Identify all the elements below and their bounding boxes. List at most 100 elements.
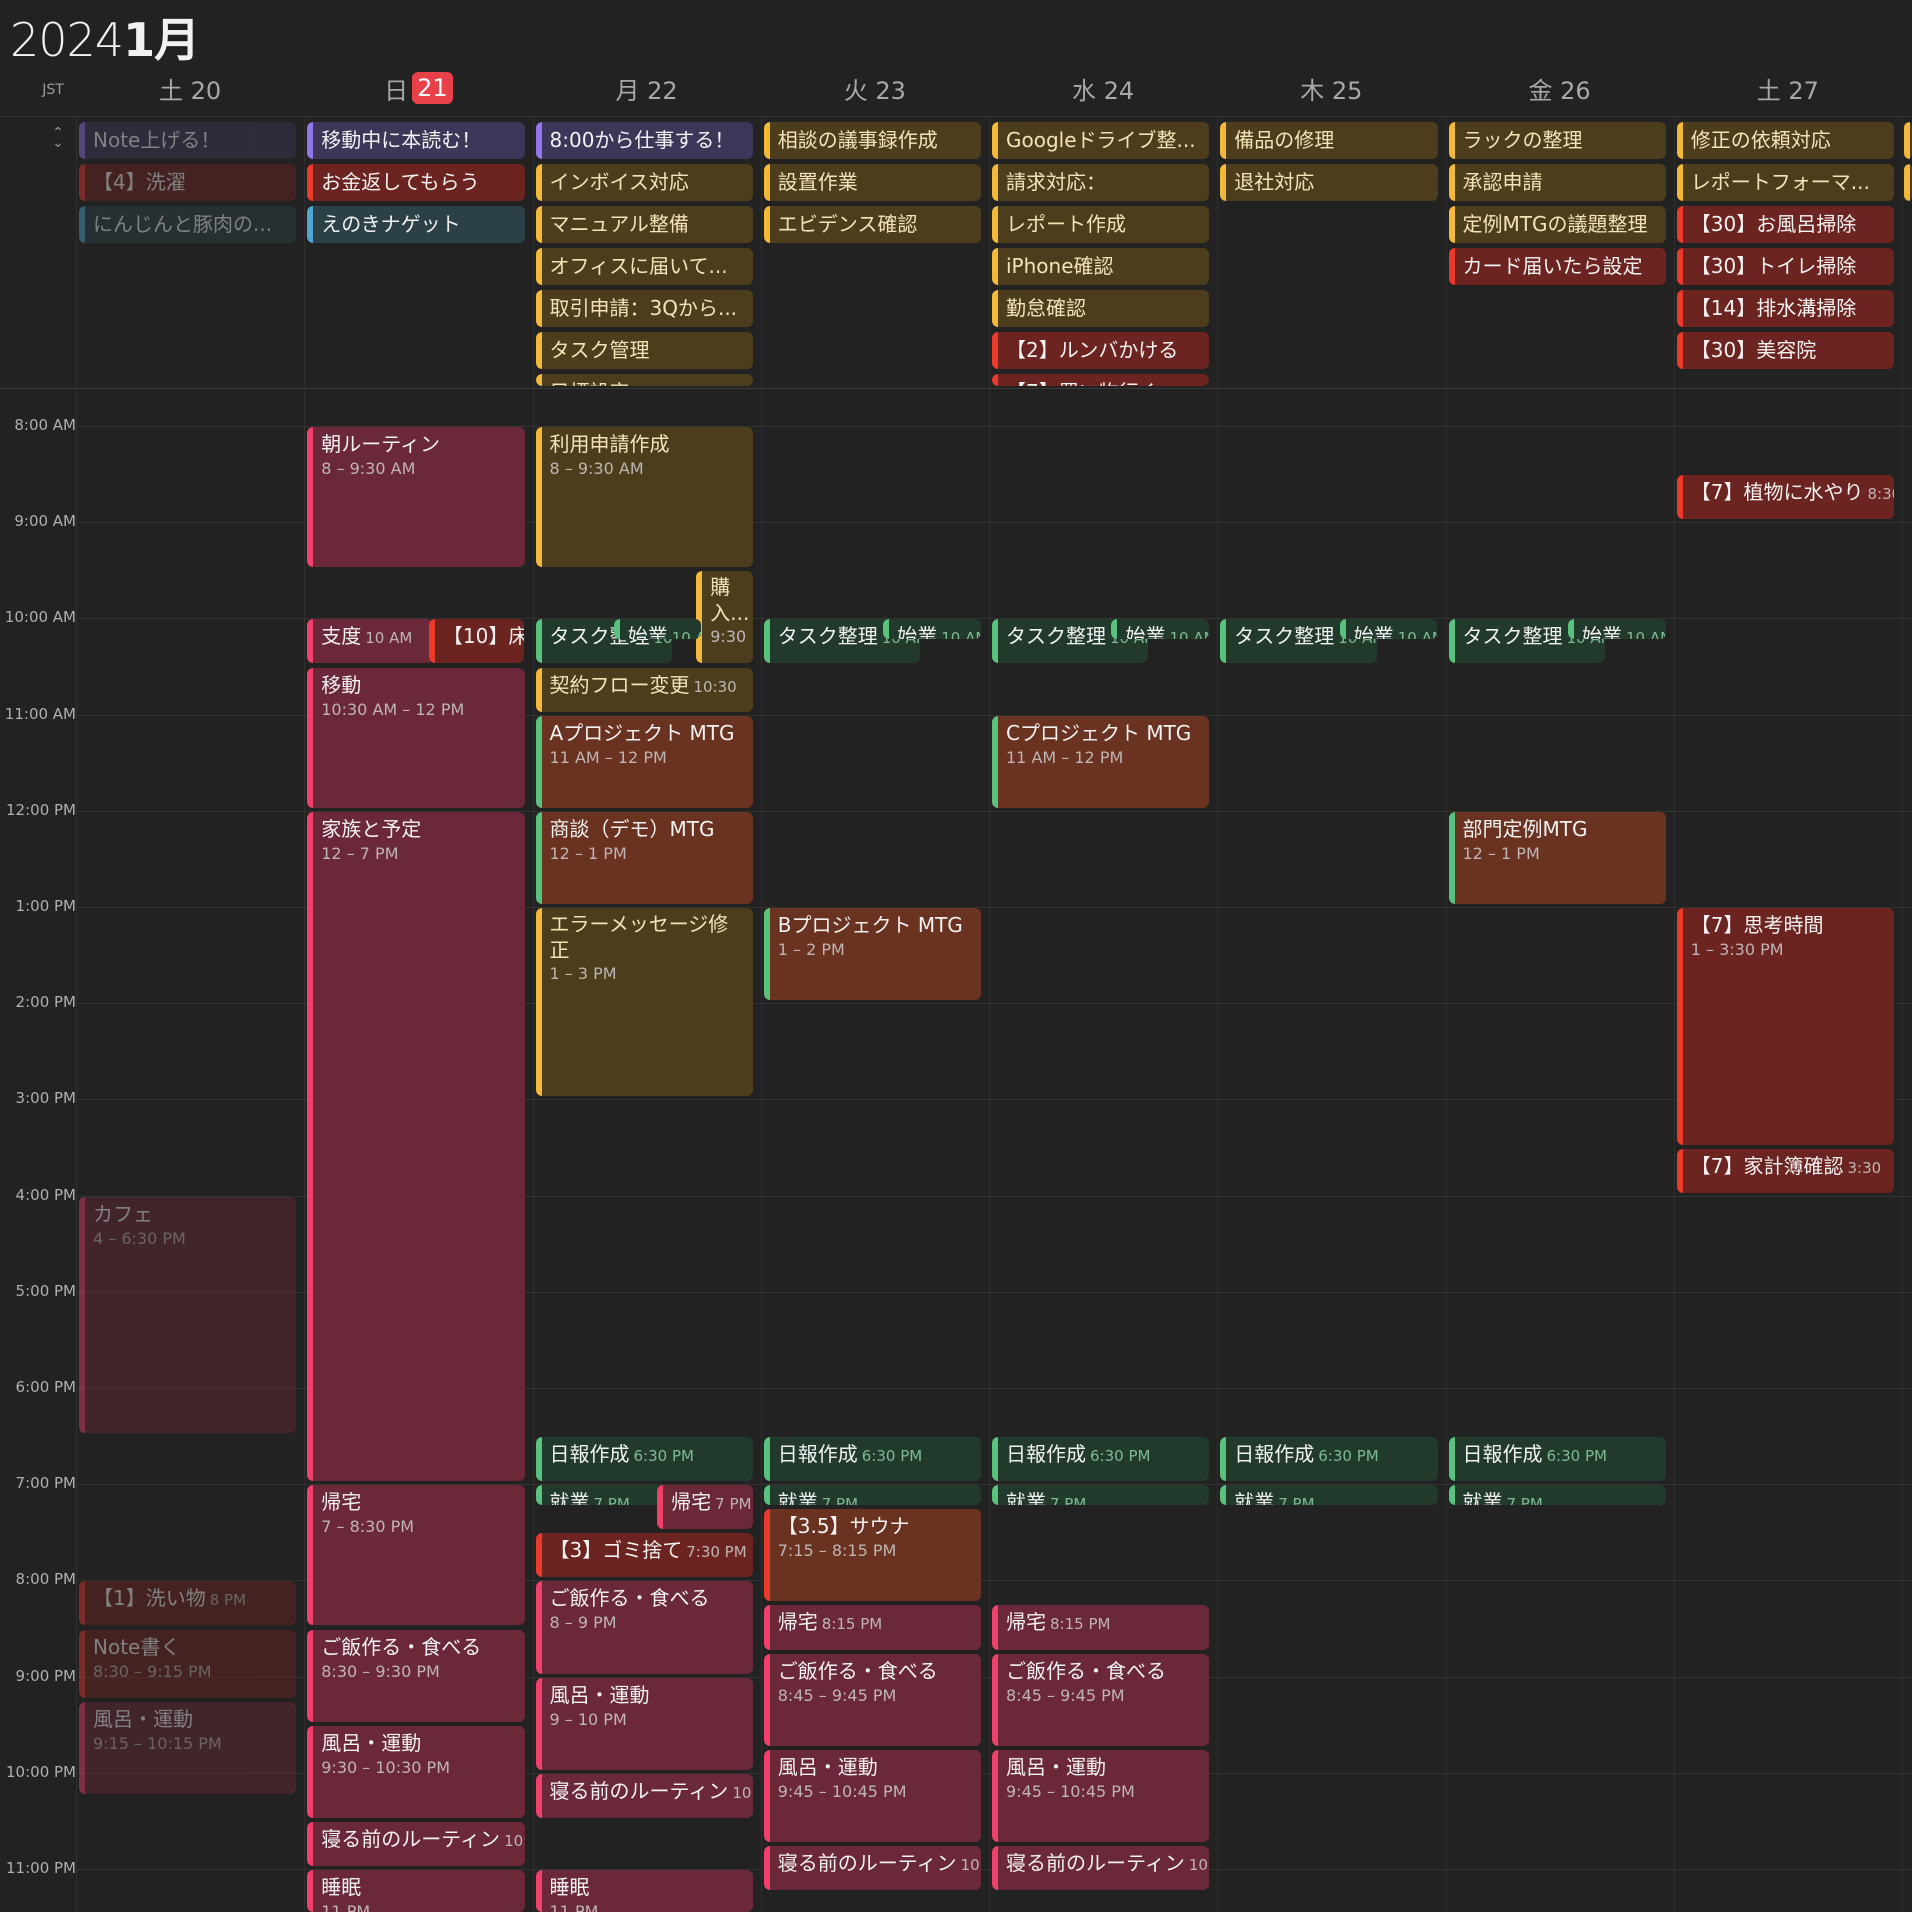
allday-task[interactable]: 修正の依頼対応 xyxy=(1676,122,1894,159)
calendar-event[interactable]: 利用申請作成 8 – 9:30 AM xyxy=(535,427,753,568)
calendar-event[interactable]: 寝る前のルーティン10:45 xyxy=(763,1845,981,1891)
allday-task[interactable]: 【30】お風呂掃除 xyxy=(1676,206,1894,243)
calendar-event[interactable]: 日報作成 6:30 PM xyxy=(1448,1437,1666,1482)
allday-task[interactable]: 8:00から仕事する！ xyxy=(535,122,753,159)
calendar-event[interactable]: 就業 7 PM xyxy=(763,1485,981,1506)
calendar-event[interactable]: 風呂・運動 9:45 – 10:45 PM xyxy=(763,1749,981,1842)
allday-task[interactable]: 目標設定 xyxy=(535,374,753,386)
calendar-event[interactable]: 日報作成 6:30 PM xyxy=(1220,1437,1438,1482)
day-header[interactable]: 水 24 xyxy=(989,68,1217,108)
calendar-event[interactable]: エラーメッセージ修正 1 – 3 PM xyxy=(535,908,753,1097)
allday-task[interactable]: 定例MTGの議題整理 xyxy=(1448,206,1666,243)
day-header[interactable]: 日 21 xyxy=(304,68,532,108)
allday-task[interactable]: お金返してもらう xyxy=(307,164,525,201)
day-header[interactable]: 火 23 xyxy=(761,68,989,108)
calendar-event[interactable]: 風呂・運動 9:30 – 10:30 PM xyxy=(307,1725,525,1818)
calendar-event[interactable]: 【3】ゴミ捨て 7:30 PM xyxy=(535,1533,753,1578)
allday-task[interactable]: 【7】買い物行く xyxy=(992,374,1210,386)
allday-task[interactable]: レポート作成 xyxy=(992,206,1210,243)
calendar-event[interactable]: 睡眠 11 PM xyxy=(535,1870,753,1912)
calendar-event[interactable]: 移動 10:30 AM – 12 PM xyxy=(307,667,525,808)
allday-task[interactable]: 【4】洗濯 xyxy=(79,164,297,201)
allday-task[interactable]: 【14】排水溝掃除 xyxy=(1676,290,1894,327)
calendar-event[interactable]: 日報作成 6:30 PM xyxy=(992,1437,1210,1482)
calendar-event[interactable]: 【7】植物に水やり8:30 xyxy=(1676,475,1894,520)
calendar-event[interactable]: 日報作成 6:30 PM xyxy=(763,1437,981,1482)
allday-task[interactable]: 【2】ルンバかける xyxy=(992,332,1210,369)
allday-task[interactable]: 勤怠確認 xyxy=(992,290,1210,327)
calendar-event[interactable]: 【1】洗い物 8 PM xyxy=(79,1581,297,1626)
calendar-event[interactable]: 始業10 AM xyxy=(883,619,981,640)
allday-task[interactable]: 相談の議事録作成 xyxy=(763,122,981,159)
calendar-event[interactable]: 【3.5】サウナ 7:15 – 8:15 PM xyxy=(763,1509,981,1602)
allday-task[interactable]: 【30】トイレ掃除 xyxy=(1676,248,1894,285)
calendar-event[interactable]: 就業 7 PM xyxy=(992,1485,1210,1506)
calendar-event[interactable]: 契約フロー変更 10:30 xyxy=(535,667,753,712)
calendar-event[interactable]: 寝る前のルーティン10:30 xyxy=(307,1821,525,1866)
allday-task[interactable]: 取引申請：3Qから... xyxy=(535,290,753,327)
allday-task[interactable]: 承認申請 xyxy=(1448,164,1666,201)
allday-task[interactable]: 請求対応： xyxy=(992,164,1210,201)
allday-task[interactable]: エビデンス確認 xyxy=(763,206,981,243)
allday-task[interactable]: iPhone確認 xyxy=(992,248,1210,285)
calendar-event[interactable]: 風呂・運動 9:15 – 10:15 PM xyxy=(79,1701,297,1794)
calendar-event[interactable]: 始業10 AM xyxy=(1567,619,1666,640)
allday-task[interactable]: オフィスに届いて... xyxy=(535,248,753,285)
allday-task[interactable]: 設置作業 xyxy=(763,164,981,201)
calendar-event[interactable]: 帰宅 7 – 8:30 PM xyxy=(307,1485,525,1626)
calendar-event[interactable]: Aプロジェクト MTG 11 AM – 12 PM xyxy=(535,715,753,808)
day-header[interactable]: 土 20 xyxy=(76,68,304,108)
calendar-event[interactable]: 購入... 9:30 xyxy=(696,571,753,664)
calendar-event[interactable]: 寝る前のルーティン10 PM xyxy=(535,1773,753,1818)
calendar-event[interactable]: ご飯作る・食べる 8:45 – 9:45 PM xyxy=(763,1653,981,1746)
calendar-event[interactable]: 就業 7 PM xyxy=(1448,1485,1666,1506)
allday-task[interactable]: インボイス対応 xyxy=(535,164,753,201)
calendar-event[interactable]: 日報作成 6:30 PM xyxy=(535,1437,753,1482)
calendar-event[interactable]: 部門定例MTG 12 – 1 PM xyxy=(1448,811,1666,904)
allday-task[interactable]: にんじんと豚肉の... xyxy=(79,206,297,243)
allday-task[interactable]: ラックの整理 xyxy=(1448,122,1666,159)
allday-task[interactable]: Note上げる！ xyxy=(79,122,297,159)
calendar-event[interactable]: 家族と予定 12 – 7 PM xyxy=(307,811,525,1482)
allday-task[interactable]: 移動中に本読む！ xyxy=(307,122,525,159)
calendar-event[interactable]: 【7】思考時間 1 – 3:30 PM xyxy=(1676,908,1894,1145)
calendar-event[interactable]: 就業 7 PM xyxy=(1220,1485,1438,1506)
calendar-event[interactable]: 帰宅 8:15 PM xyxy=(763,1605,981,1650)
allday-task[interactable]: えのきナゲット xyxy=(307,206,525,243)
calendar-event[interactable]: 風呂・運動 9 – 10 PM xyxy=(535,1677,753,1770)
calendar-event[interactable]: 始業10 AM xyxy=(1339,619,1438,640)
allday-task[interactable]: 【30】美容院 xyxy=(1676,332,1894,369)
calendar-event[interactable]: 帰宅 7 PM xyxy=(657,1485,753,1530)
day-header[interactable]: 金 26 xyxy=(1446,68,1674,108)
day-header[interactable]: 木 25 xyxy=(1217,68,1445,108)
calendar-event[interactable]: ご飯作る・食べる 8:30 – 9:30 PM xyxy=(307,1629,525,1722)
allday-task[interactable]: Googleドライブ整... xyxy=(992,122,1210,159)
calendar-event[interactable]: 朝ルーティン 8 – 9:30 AM xyxy=(307,427,525,568)
calendar-event[interactable]: Note書く 8:30 – 9:15 PM xyxy=(79,1629,297,1698)
offscreen-task-edge[interactable] xyxy=(1904,164,1912,201)
collapse-allday-icon[interactable]: ⌃ ⌄ xyxy=(48,126,68,156)
calendar-event[interactable]: ご飯作る・食べる 8 – 9 PM xyxy=(535,1581,753,1674)
offscreen-task-edge[interactable] xyxy=(1904,122,1912,159)
calendar-event[interactable]: 始業10 AM xyxy=(613,619,701,640)
calendar-event[interactable]: 睡眠 11 PM xyxy=(307,1870,525,1912)
day-header[interactable]: 土 27 xyxy=(1674,68,1902,108)
allday-task[interactable]: マニュアル整備 xyxy=(535,206,753,243)
calendar-event[interactable]: 風呂・運動 9:45 – 10:45 PM xyxy=(992,1749,1210,1842)
allday-task[interactable]: レポートフォーマ... xyxy=(1676,164,1894,201)
calendar-event[interactable]: カフェ 4 – 6:30 PM xyxy=(79,1196,297,1434)
calendar-event[interactable]: ご飯作る・食べる 8:45 – 9:45 PM xyxy=(992,1653,1210,1746)
calendar-event[interactable]: 帰宅 8:15 PM xyxy=(992,1605,1210,1650)
calendar-event[interactable]: Bプロジェクト MTG 1 – 2 PM xyxy=(763,908,981,1001)
calendar-event[interactable]: 寝る前のルーティン10:45 xyxy=(992,1845,1210,1891)
calendar-event[interactable]: 支度 10 AM xyxy=(307,619,434,664)
calendar-event[interactable]: 【7】家計簿確認 3:30 xyxy=(1676,1148,1894,1193)
allday-task[interactable]: タスク管理 xyxy=(535,332,753,369)
calendar-event[interactable]: Cプロジェクト MTG 11 AM – 12 PM xyxy=(992,715,1210,808)
allday-task[interactable]: カード届いたら設定 xyxy=(1448,248,1666,285)
calendar-event[interactable]: 始業10 AM xyxy=(1111,619,1210,640)
allday-task[interactable]: 退社対応 xyxy=(1220,164,1438,201)
calendar-event[interactable]: 商談（デモ）MTG 12 – 1 PM xyxy=(535,811,753,904)
day-header[interactable]: 月 22 xyxy=(533,68,761,108)
allday-task[interactable]: 備品の修理 xyxy=(1220,122,1438,159)
